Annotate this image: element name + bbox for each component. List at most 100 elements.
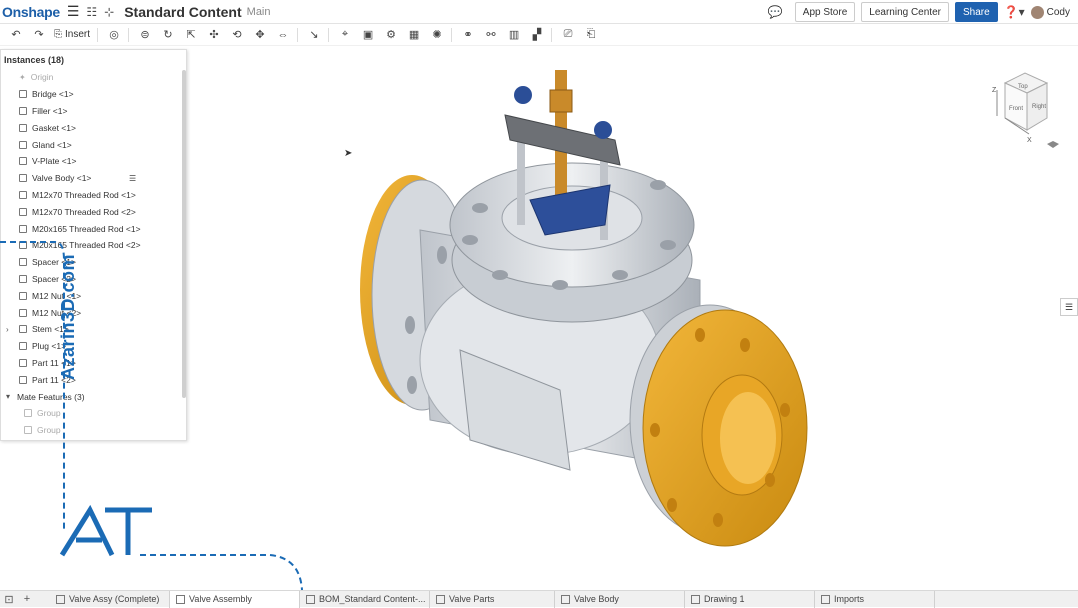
view-cube-right-label: Right [1032,104,1046,110]
menu-icon[interactable]: ☰ [67,3,80,20]
instance-item[interactable]: M12x70 Threaded Rod <1> [1,187,181,204]
avatar[interactable] [1030,5,1044,19]
onshape-logo[interactable]: Onshape [2,4,60,20]
view-options-icon[interactable] [1047,141,1059,148]
document-tab[interactable]: Imports [815,590,935,608]
learning-center-button[interactable]: Learning Center [861,2,949,22]
part-instance-icon [19,90,27,99]
instance-item[interactable]: Filler <1> [1,103,181,120]
document-tab[interactable]: Drawing 1 [685,590,815,608]
replicate-icon[interactable]: ◎ [107,28,121,41]
insert-icon: ⎘ [54,29,62,40]
screw-relation-icon[interactable]: ▥ [507,28,521,41]
planar-mate-icon[interactable]: ✣ [207,28,221,41]
tab-type-icon [436,594,445,604]
tab-label: Imports [834,594,865,604]
watermark-logo [0,241,303,607]
app-store-button[interactable]: App Store [794,2,856,22]
instance-label: Bridge <1> [32,89,74,100]
feature-list-icon[interactable]: ☷ [86,5,97,19]
view-cube[interactable]: Top Front Right X Z [985,58,1065,150]
instance-label: Gland <1> [32,139,72,150]
tab-label: Valve Assembly [189,594,252,604]
document-title[interactable]: Standard Content [124,4,241,20]
instance-item[interactable]: Gland <1> [1,136,181,153]
instance-item[interactable]: M20x165 Threaded Rod <1> [1,220,181,237]
toolbar-divider [451,27,453,42]
rack-pinion-icon[interactable]: ⚯ [484,28,498,41]
part-instance-icon [19,140,27,149]
instance-label: V-Plate <1> [32,156,77,167]
tab-type-icon [821,594,830,604]
origin-item[interactable]: ✦ Origin [1,69,181,86]
axis-x-label: X [1027,137,1032,144]
document-tab[interactable]: BOM_Standard Content-... [300,590,430,608]
document-tab[interactable]: Valve Assy (Complete) [50,590,170,608]
tangent-mate-icon[interactable]: ↘ [307,28,321,41]
relation-icon[interactable]: ⚙ [384,28,398,41]
mate-connector-icon[interactable]: ⌖ [338,28,352,41]
side-panel-toggle-icon[interactable]: ☰ [1060,298,1078,316]
tab-type-icon [176,594,185,604]
tab-row: Valve Assy (Complete) Valve Assembly BOM_S… [50,590,935,608]
top-right-controls: 💬 App Store Learning Center Share ❓▾ Cod… [768,0,1078,24]
instance-label: M20x165 Threaded Rod <1> [32,223,141,234]
add-tab-icon[interactable]: + [18,593,36,605]
instance-label: M12x70 Threaded Rod <2> [32,206,136,217]
group-icon[interactable]: ▣ [361,28,375,41]
share-button[interactable]: Share [954,2,998,22]
tab-label: Valve Parts [449,594,495,604]
instance-label: Filler <1> [32,105,68,116]
instance-item[interactable]: Gasket <1> [1,119,181,136]
fastened-mate-icon[interactable]: ⊜ [138,28,152,41]
origin-icon: ✦ [19,73,26,83]
instance-item[interactable]: M12x70 Threaded Rod <2> [1,203,181,220]
insert-button[interactable]: ⎘ Insert [54,29,90,40]
graphics-viewport[interactable] [188,46,1078,590]
list-options-icon[interactable]: ☰ [129,174,136,183]
linear-relation-icon[interactable]: ▞ [530,28,544,41]
insert-tree-icon[interactable]: ⊹ [104,5,114,19]
toolbar-divider [297,27,299,42]
slider-mate-icon[interactable]: ⇱ [184,28,198,41]
part-instance-icon [19,157,27,166]
document-tab[interactable]: Valve Parts [430,590,555,608]
cylindrical-mate-icon[interactable]: ⟲ [230,28,244,41]
revolute-mate-icon[interactable]: ↻ [161,28,175,41]
tab-manager-icon[interactable]: ⊡ [0,593,18,606]
redo-icon[interactable]: ↷ [32,28,46,41]
tab-type-icon [56,594,65,604]
pattern-icon[interactable]: ▦ [407,28,421,41]
right-flange-inner [720,392,776,484]
gear-relation-icon[interactable]: ⚭ [461,28,475,41]
part-instance-icon [19,224,27,233]
document-tab[interactable]: Valve Assembly [170,590,300,608]
tab-type-icon [306,594,315,604]
valve-model [360,70,808,547]
document-tab[interactable]: Valve Body [555,590,685,608]
instance-item[interactable]: Bridge <1> [1,86,181,103]
ball-mate-icon[interactable]: ⇔ [276,29,290,41]
part-instance-icon [19,190,27,199]
toolbar-divider [551,27,553,42]
tab-type-icon [561,594,570,604]
tab-label: Drawing 1 [704,594,745,604]
undo-icon[interactable]: ↶ [9,28,23,41]
comments-icon[interactable]: 💬 [768,5,783,19]
pin-slot-mate-icon[interactable]: ✥ [253,28,267,41]
user-name[interactable]: Cody [1047,7,1070,18]
top-bar: Onshape ☰ ☷ ⊹ Standard Content Main 💬 Ap… [0,0,1078,24]
stem-nut [549,89,573,113]
toolbar-divider [328,27,330,42]
instance-item[interactable]: Valve Body <1> ☰ [1,170,181,187]
display-states-icon[interactable]: ⎗ [584,28,598,41]
section-view-icon[interactable]: ⎚ [561,28,575,41]
branch-label[interactable]: Main [247,6,271,18]
help-icon[interactable]: ❓▾ [1004,5,1025,19]
mouse-cursor-icon: ➤ [344,148,353,159]
explode-icon[interactable]: ✺ [430,28,444,41]
instances-title: Instances (18) [4,55,65,65]
instance-item[interactable]: V-Plate <1> [1,153,181,170]
tab-label: Valve Assy (Complete) [69,594,160,604]
tab-label: BOM_Standard Content-... [319,594,426,604]
